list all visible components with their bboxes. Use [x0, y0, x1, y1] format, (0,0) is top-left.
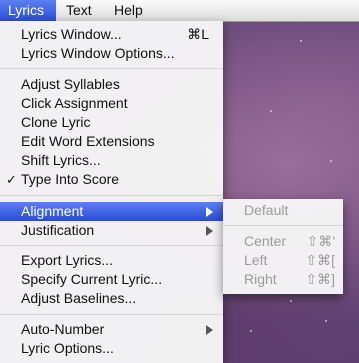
menu-separator — [0, 245, 223, 246]
menu-item-adjust-baselines[interactable]: Adjust Baselines... — [0, 289, 223, 308]
alignment-submenu: Default Center ⇧⌘' Left ⇧⌘[ Right ⇧⌘] — [223, 199, 343, 294]
star — [330, 160, 332, 162]
menu-item-shortcut: ⇧⌘' — [306, 233, 335, 249]
menu-separator — [0, 195, 223, 196]
submenu-arrow-icon — [206, 325, 213, 335]
submenu-arrow-icon — [206, 207, 213, 217]
star — [300, 40, 302, 42]
menubar-lyrics[interactable]: Lyrics — [0, 0, 56, 21]
menu-separator — [0, 314, 223, 315]
menu-item-export-lyrics[interactable]: Export Lyrics... — [0, 251, 223, 270]
star — [325, 320, 327, 322]
menu-item-label: Alignment — [21, 203, 84, 219]
menu-item-label: Lyric Options... — [21, 340, 114, 356]
menu-item-shortcut: ⇧⌘] — [305, 271, 335, 287]
menu-item-label: Left — [244, 252, 268, 268]
menu-item-shortcut: ⇧⌘[ — [305, 252, 335, 268]
menu-item-lyrics-window-options[interactable]: Lyrics Window Options... — [0, 44, 223, 63]
menu-item-label: Type Into Score — [21, 171, 120, 187]
menu-item-label: Right — [244, 271, 277, 287]
menu-item-label: Click Assignment — [21, 95, 128, 111]
menu-item-label: Shift Lyrics... — [21, 152, 101, 168]
menu-item-specify-current-lyric[interactable]: Specify Current Lyric... — [0, 270, 223, 289]
menu-separator — [0, 68, 223, 69]
menu-item-shortcut: ⌘L — [187, 26, 209, 42]
menu-item-adjust-syllables[interactable]: Adjust Syllables — [0, 75, 223, 94]
menu-item-label: Adjust Syllables — [21, 76, 120, 92]
menu-item-label: Lyrics Window Options... — [21, 45, 175, 61]
submenu-item-left[interactable]: Left ⇧⌘[ — [223, 251, 343, 270]
menubar-help[interactable]: Help — [106, 0, 151, 21]
checkmark-icon: ✓ — [6, 172, 17, 187]
menubar-text[interactable]: Text — [58, 0, 100, 21]
menu-item-alignment[interactable]: Alignment — [0, 202, 223, 221]
menu-item-type-into-score[interactable]: ✓ Type Into Score — [0, 170, 223, 189]
menu-separator — [223, 225, 343, 226]
menu-item-lyric-options[interactable]: Lyric Options... — [0, 339, 223, 358]
menu-item-label: Lyrics Window... — [21, 26, 122, 42]
menu-item-label: Justification — [21, 222, 95, 238]
menu-item-auto-number[interactable]: Auto-Number — [0, 320, 223, 339]
submenu-arrow-icon — [206, 226, 213, 236]
menu-item-label: Default — [244, 202, 289, 218]
menu-item-lyrics-window[interactable]: Lyrics Window... ⌘L — [0, 25, 223, 44]
menu-item-label: Center — [244, 233, 287, 249]
star — [290, 300, 292, 302]
menu-item-label: Adjust Baselines... — [21, 290, 137, 306]
menu-item-edit-word-extensions[interactable]: Edit Word Extensions — [0, 132, 223, 151]
menu-item-shift-lyrics[interactable]: Shift Lyrics... — [0, 151, 223, 170]
menu-bar: Lyrics Text Help — [0, 0, 359, 22]
menu-item-label: Clone Lyric — [21, 114, 91, 130]
lyrics-menu: Lyrics Window... ⌘L Lyrics Window Option… — [0, 21, 223, 363]
menu-item-label: Auto-Number — [21, 321, 105, 337]
menu-item-label: Edit Word Extensions — [21, 133, 155, 149]
menu-item-clone-lyric[interactable]: Clone Lyric — [0, 113, 223, 132]
submenu-item-default[interactable]: Default — [223, 201, 343, 220]
menu-item-label: Specify Current Lyric... — [21, 271, 163, 287]
menu-item-click-assignment[interactable]: Click Assignment — [0, 94, 223, 113]
star — [250, 330, 252, 332]
submenu-item-center[interactable]: Center ⇧⌘' — [223, 232, 343, 251]
star — [270, 110, 272, 112]
menu-item-label: Export Lyrics... — [21, 252, 114, 268]
submenu-item-right[interactable]: Right ⇧⌘] — [223, 270, 343, 289]
menu-item-justification[interactable]: Justification — [0, 221, 223, 240]
